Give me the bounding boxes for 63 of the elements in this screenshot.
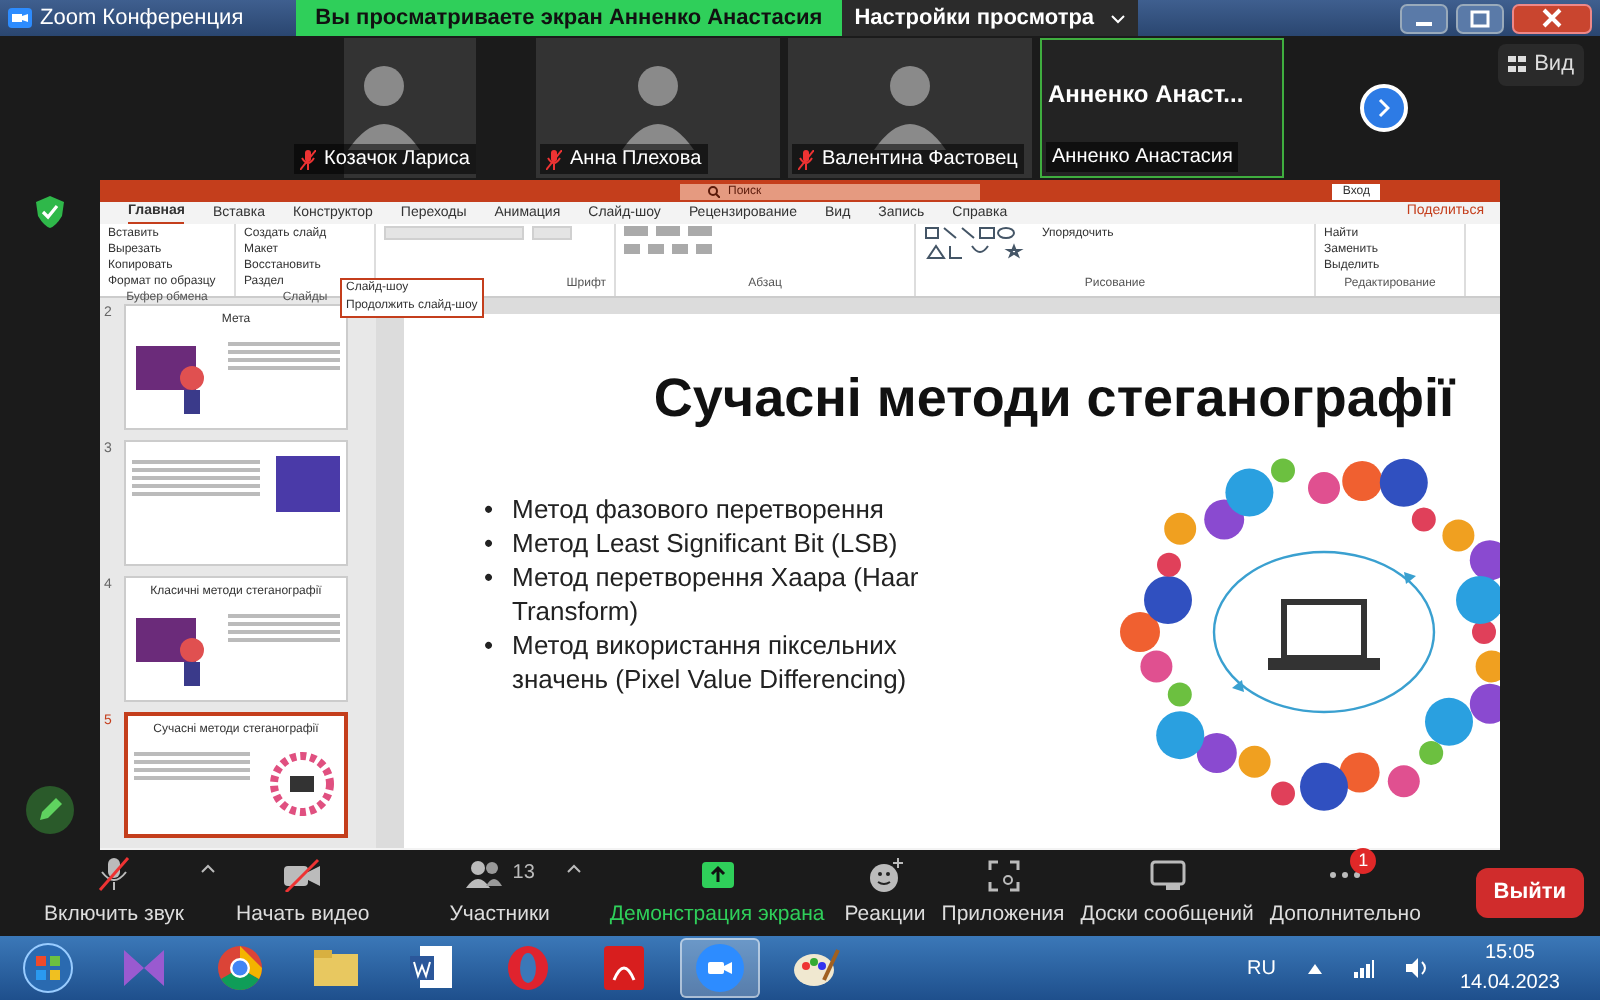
participant-name: Анненко Анастасия xyxy=(1052,144,1233,172)
bullet-mark: • xyxy=(484,627,496,663)
clock-date[interactable]: 14.04.2023 xyxy=(1459,968,1560,998)
next-page-button[interactable] xyxy=(1360,84,1408,132)
pencil-icon[interactable] xyxy=(26,786,74,834)
smiley-icon xyxy=(865,855,905,892)
participant-name: Козачок Лариса xyxy=(324,146,470,174)
toolbar-button[interactable]: Реакции xyxy=(844,855,926,931)
toolbar-button[interactable]: Демонстрация экрана xyxy=(609,855,825,931)
participant-count: 13 xyxy=(512,860,535,889)
grid-icon xyxy=(1508,56,1527,73)
view-button[interactable]: Вид xyxy=(1498,44,1584,85)
caret-up-icon xyxy=(200,864,217,875)
tray-arrow-icon[interactable] xyxy=(1307,963,1322,973)
people-icon xyxy=(464,855,505,892)
search-icon xyxy=(708,185,720,197)
photo-placeholder xyxy=(276,456,340,512)
language-indicator[interactable]: RU xyxy=(1246,953,1276,983)
slide-thumbnail[interactable] xyxy=(124,440,348,566)
maximize-icon[interactable] xyxy=(1456,3,1504,33)
toolbar-button[interactable]: 13 Участники xyxy=(449,855,550,931)
bullet-mark: • xyxy=(484,525,496,559)
leave-button[interactable]: Выйти xyxy=(1475,868,1584,918)
minimize-icon[interactable] xyxy=(1400,3,1448,33)
participant-name: Валентина Фастовец xyxy=(822,146,1018,174)
apps-icon xyxy=(983,855,1023,892)
zoom-icon xyxy=(692,940,748,996)
view-settings-menu[interactable]: Настройки просмотра xyxy=(842,0,1139,36)
speaker-icon[interactable] xyxy=(1405,958,1428,978)
close-icon[interactable] xyxy=(1512,3,1592,33)
more-icon xyxy=(1330,871,1361,878)
window-title: Zoom Конференция xyxy=(40,3,244,34)
caret-up-icon xyxy=(565,864,582,875)
clock-time[interactable]: 15:05 xyxy=(1484,938,1535,968)
shield-check-icon xyxy=(36,196,64,228)
bullet-mark: • xyxy=(484,491,496,525)
participant-display-name: Анненко Анаст... xyxy=(1048,78,1244,112)
font-name-field[interactable] xyxy=(384,226,524,240)
toolbar-button[interactable]: Начать видео xyxy=(236,855,370,931)
chevron-right-icon xyxy=(1378,98,1390,118)
bullet-item: Метод використання піксельних значень (Pixel Value Differencing) xyxy=(512,627,909,695)
slide-title: Сучасні методи стеганографії xyxy=(651,366,1458,432)
signal-icon[interactable] xyxy=(1353,959,1374,977)
participant-name: Анна Плехова xyxy=(570,146,702,174)
bullet-mark: • xyxy=(484,559,496,595)
chevron-down-icon xyxy=(1110,13,1127,23)
share-banner: Вы просматриваете экран Анненко Анастасия xyxy=(295,0,843,36)
crossed-camera-icon xyxy=(282,855,323,892)
chrome-icon xyxy=(212,940,268,996)
bullet-item: Метод Least Significant Bit (LSB) xyxy=(512,525,898,559)
whiteboard-icon xyxy=(1147,855,1188,892)
toolbar-button[interactable]: Включить звук xyxy=(44,855,185,931)
bullet-item: Метод перетворення Хаара (Haar Transform) xyxy=(512,559,921,627)
toolbar-button[interactable]: Доски сообщений xyxy=(1080,855,1254,931)
list-format-icons-drawing xyxy=(624,226,712,254)
font-size-field[interactable] xyxy=(532,226,572,240)
taskbar-app-button[interactable] xyxy=(680,938,760,998)
bullet-item: Метод фазового перетворення xyxy=(512,491,884,525)
start-orb-icon xyxy=(20,940,76,996)
zoom-logo-icon xyxy=(8,8,32,28)
network-illustration-drawing xyxy=(266,748,338,820)
muted-mic-icon xyxy=(94,855,135,892)
toolbar-button[interactable]: Приложения xyxy=(941,855,1065,931)
